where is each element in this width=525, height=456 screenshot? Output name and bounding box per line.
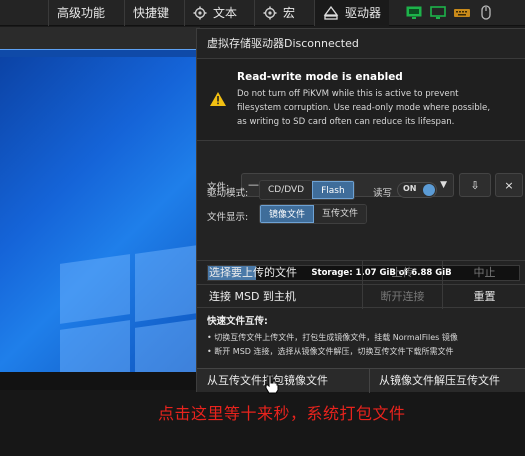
hand-cursor-icon: [264, 374, 280, 398]
monitor-green-icon[interactable]: [404, 4, 424, 22]
remote-window-strip: [0, 27, 200, 49]
warning-line: Do not turn off PiKVM while this is acti…: [237, 89, 459, 99]
keyboard-icon[interactable]: [452, 4, 472, 22]
help-heading: 快速文件互传:: [207, 316, 268, 327]
file-display-images[interactable]: 镜像文件: [260, 205, 315, 223]
connect-row: 连接 MSD 到主机 断开连接 重置: [197, 284, 525, 309]
connect-msd-button[interactable]: 连接 MSD 到主机: [197, 285, 363, 309]
drive-mode-toggle: CD/DVD Flash: [259, 180, 355, 200]
unpack-image-button[interactable]: 从镜像文件解压互传文件: [379, 369, 500, 393]
remote-desktop[interactable]: [0, 27, 200, 390]
help-line: • 切换互传文件上传文件，打包生成镜像文件，挂载 NormalFiles 镜像: [207, 333, 458, 342]
drive-mode-label: 驱动模式:: [207, 188, 249, 199]
menu-advanced-label: 高级功能: [57, 6, 106, 20]
menu-shortcuts[interactable]: 快捷键: [124, 0, 177, 26]
rw-warning: Read-write mode is enabled Do not turn o…: [197, 59, 525, 141]
abort-button[interactable]: 中止: [443, 261, 525, 285]
menu-macro-label: 宏: [283, 6, 296, 20]
warning-icon: [209, 91, 227, 111]
menu-advanced[interactable]: 高级功能: [48, 0, 113, 26]
gear-icon: [263, 6, 277, 20]
annotation-caption: 点击这里等十来秒，系统打包文件: [158, 404, 406, 423]
rw-toggle-state: ON: [403, 184, 417, 193]
remote-window-strip-blue: [0, 49, 200, 57]
drive-icon: [323, 6, 339, 20]
transfer-help: 快速文件互传: • 切换互传文件上传文件，打包生成镜像文件，挂载 NormalF…: [207, 315, 522, 359]
rw-label: 读写: [373, 188, 393, 199]
file-display-toggle: 镜像文件 互传文件: [259, 204, 368, 224]
mouse-icon[interactable]: [476, 4, 496, 22]
top-menubar: 高级功能 快捷键 文本 宏 驱动器: [0, 0, 525, 26]
file-display-label: 文件显示:: [207, 212, 249, 223]
drive-mode-flash[interactable]: Flash: [312, 181, 354, 199]
divider: [369, 369, 370, 393]
msd-panel: 虚拟存储驱动器Disconnected Read-write mode is e…: [196, 28, 525, 393]
menu-text[interactable]: 文本: [184, 0, 245, 26]
select-upload-button[interactable]: 选择要上传的文件: [197, 261, 363, 285]
warning-line: filesystem corruption. Use read-only mod…: [237, 103, 491, 113]
file-display-transfer[interactable]: 互传文件: [314, 205, 367, 223]
file-display-row: 文件显示: 镜像文件 互传文件: [207, 204, 522, 226]
toggle-knob: [423, 184, 435, 196]
warning-text: Do not turn off PiKVM while this is acti…: [237, 87, 517, 129]
menu-shortcuts-label: 快捷键: [133, 6, 170, 20]
menu-drive-label: 驱动器: [345, 6, 382, 20]
warning-line: as writing to SD card often can reduce i…: [237, 117, 455, 127]
disconnect-button[interactable]: 断开连接: [363, 285, 443, 309]
gear-icon: [193, 6, 207, 20]
windows-logo-pane: [60, 254, 130, 324]
monitor-green-icon[interactable]: [428, 4, 448, 22]
pack-row: 从互传文件打包镜像文件 从镜像文件解压互传文件: [197, 368, 525, 393]
drive-mode-cddvd[interactable]: CD/DVD: [260, 181, 313, 199]
panel-title: 虚拟存储驱动器Disconnected: [197, 29, 525, 59]
warning-heading: Read-write mode is enabled: [237, 71, 403, 83]
status-icons: [404, 0, 496, 26]
upload-button[interactable]: 上传: [363, 261, 443, 285]
menu-drive[interactable]: 驱动器: [314, 0, 390, 26]
reset-button[interactable]: 重置: [443, 285, 525, 309]
menu-text-label: 文本: [213, 6, 238, 20]
help-line: • 断开 MSD 连接，选择从镜像文件解压，切换互传文件下载所需文件: [207, 347, 454, 356]
menu-macro[interactable]: 宏: [254, 0, 303, 26]
windows-logo-pane: [135, 244, 200, 322]
upload-row: 选择要上传的文件 上传 中止: [197, 260, 525, 285]
drive-mode-row: 驱动模式: CD/DVD Flash 读写 ON: [207, 180, 522, 202]
rw-toggle[interactable]: ON: [397, 182, 437, 198]
